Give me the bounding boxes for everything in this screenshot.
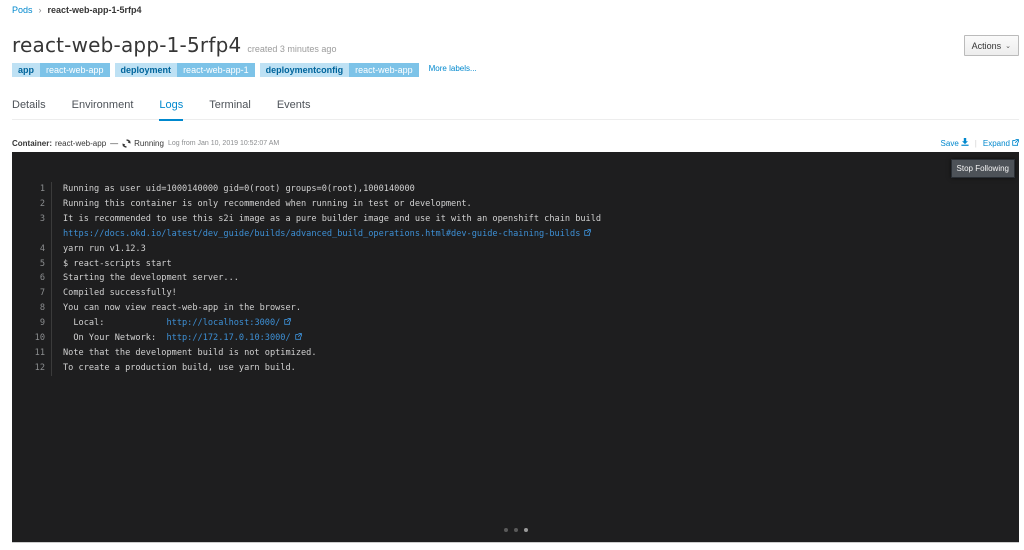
log-link[interactable]: https://docs.okd.io/latest/dev_guide/bui… bbox=[63, 229, 580, 239]
label-deploymentconfig[interactable]: deploymentconfig react-web-app bbox=[259, 63, 419, 77]
log-line-number: 11 bbox=[12, 345, 52, 361]
log-line-text: Note that the development build is not o… bbox=[63, 347, 317, 358]
divider: | bbox=[974, 138, 977, 148]
expand-log-button[interactable]: Expand bbox=[983, 139, 1019, 148]
log-line-text: Running this container is only recommend… bbox=[63, 198, 472, 209]
log-line: 2 Running this container is only recommen… bbox=[12, 196, 1019, 212]
log-line-number bbox=[12, 226, 52, 242]
breadcrumb: Pods › react-web-app-1-5rfp4 bbox=[12, 5, 142, 15]
log-line-text: Local: http://localhost:3000/ bbox=[52, 316, 292, 331]
label-app[interactable]: app react-web-app bbox=[12, 63, 110, 77]
external-link-icon bbox=[284, 316, 292, 331]
running-sync-icon bbox=[122, 138, 131, 148]
container-name: react-web-app bbox=[55, 138, 107, 148]
pod-labels: app react-web-app deployment react-web-a… bbox=[12, 63, 477, 77]
chevron-down-icon: ⌄ bbox=[1005, 42, 1011, 50]
log-link[interactable]: http://172.17.0.10:3000/ bbox=[166, 333, 290, 343]
log-line: 3 It is recommended to use this s2i image… bbox=[12, 211, 1019, 227]
breadcrumb-separator-icon: › bbox=[38, 5, 42, 15]
loading-dot bbox=[503, 528, 508, 532]
loading-dots-icon bbox=[503, 528, 528, 532]
log-line-number: 12 bbox=[12, 360, 52, 376]
tab-logs[interactable]: Logs bbox=[159, 99, 183, 121]
page-header: react-web-app-1-5rfp4 created 3 minutes … bbox=[12, 33, 336, 57]
log-line-text: You can now view react-web-app in the br… bbox=[63, 303, 301, 314]
log-line: 8 You can now view react-web-app in the b… bbox=[12, 301, 1019, 317]
label-value: react-web-app bbox=[40, 63, 110, 77]
save-label: Save bbox=[940, 138, 959, 148]
log-line-text: https://docs.okd.io/latest/dev_guide/bui… bbox=[52, 227, 592, 242]
label-key: deployment bbox=[114, 63, 178, 77]
more-labels-link[interactable]: More labels... bbox=[429, 64, 477, 73]
download-icon bbox=[961, 138, 969, 148]
log-line: https://docs.okd.io/latest/dev_guide/bui… bbox=[12, 226, 1019, 242]
log-line: 7 Compiled successfully! bbox=[12, 286, 1019, 302]
log-line-number: 4 bbox=[12, 241, 52, 257]
log-line: 10 On Your Network: http://172.17.0.10:3… bbox=[12, 331, 1019, 346]
breadcrumb-current: react-web-app-1-5rfp4 bbox=[47, 5, 142, 15]
external-link-icon bbox=[1012, 138, 1019, 148]
log-line: 11 Note that the development build is not… bbox=[12, 345, 1019, 361]
breadcrumb-pods-link[interactable]: Pods bbox=[12, 5, 33, 15]
label-value: react-web-app-1 bbox=[177, 63, 255, 77]
label-value: react-web-app bbox=[349, 63, 419, 77]
log-line: 5 $ react-scripts start bbox=[12, 256, 1019, 272]
log-header: Container: react-web-app — Running Log f… bbox=[12, 137, 1019, 149]
tab-details[interactable]: Details bbox=[12, 99, 46, 120]
stop-following-button[interactable]: Stop Following bbox=[950, 159, 1015, 178]
label-key: deploymentconfig bbox=[259, 63, 350, 77]
separator-dash: — bbox=[110, 138, 119, 148]
page-title: react-web-app-1-5rfp4 bbox=[12, 33, 242, 57]
actions-dropdown-button[interactable]: Actions ⌄ bbox=[963, 35, 1019, 56]
created-timestamp: created 3 minutes ago bbox=[247, 44, 337, 54]
log-line-number: 9 bbox=[12, 316, 52, 332]
external-link-icon bbox=[584, 227, 592, 242]
log-line: 9 Local: http://localhost:3000/ bbox=[12, 316, 1019, 332]
save-log-button[interactable]: Save bbox=[941, 138, 969, 148]
log-line-number: 7 bbox=[12, 286, 52, 302]
log-line-number: 3 bbox=[12, 211, 52, 227]
external-link-icon bbox=[294, 331, 302, 346]
tab-environment[interactable]: Environment bbox=[72, 99, 134, 120]
log-line-prefix: On Your Network: bbox=[63, 333, 167, 344]
container-label: Container: bbox=[12, 138, 52, 148]
log-line-number: 10 bbox=[12, 331, 52, 346]
expand-label: Expand bbox=[982, 138, 1010, 148]
tab-events[interactable]: Events bbox=[277, 99, 311, 120]
log-line-text: On Your Network: http://172.17.0.10:3000… bbox=[52, 331, 302, 346]
log-line-text: It is recommended to use this s2i image … bbox=[63, 213, 602, 224]
log-line-number: 8 bbox=[12, 301, 52, 317]
log-line: 6 Starting the development server... bbox=[12, 271, 1019, 287]
log-line: 4 yarn run v1.12.3 bbox=[12, 241, 1019, 257]
log-lines: 1 Running as user uid=1000140000 gid=0(ro… bbox=[12, 182, 1019, 376]
log-line-prefix: Local: bbox=[63, 318, 167, 329]
tab-terminal[interactable]: Terminal bbox=[209, 99, 251, 120]
loading-dot bbox=[513, 528, 518, 532]
log-line-number: 1 bbox=[12, 182, 52, 197]
log-line-text: Running as user uid=1000140000 gid=0(roo… bbox=[63, 184, 415, 194]
log-link[interactable]: http://localhost:3000/ bbox=[166, 318, 280, 328]
loading-dot bbox=[523, 528, 528, 532]
label-deployment[interactable]: deployment react-web-app-1 bbox=[114, 63, 255, 77]
log-line-text: $ react-scripts start bbox=[63, 258, 172, 269]
log-from-timestamp: Log from Jan 10, 2019 10:52:07 AM bbox=[167, 139, 280, 147]
log-actions: Save | Expand bbox=[941, 138, 1019, 148]
pod-tabs: Details Environment Logs Terminal Events bbox=[12, 99, 1019, 121]
log-line-text: Compiled successfully! bbox=[63, 288, 177, 299]
actions-label: Actions bbox=[971, 40, 1002, 51]
log-line-number: 2 bbox=[12, 196, 52, 212]
log-viewer: Stop Following 1 Running as user uid=1000… bbox=[12, 152, 1019, 543]
log-line-text: yarn run v1.12.3 bbox=[63, 243, 146, 254]
log-line: 1 Running as user uid=1000140000 gid=0(ro… bbox=[12, 182, 1019, 197]
label-key: app bbox=[12, 63, 41, 77]
log-line: 12 To create a production build, use yarn… bbox=[12, 360, 1019, 376]
container-status: Running bbox=[134, 138, 164, 148]
log-line-text: Starting the development server... bbox=[63, 273, 239, 284]
log-line-number: 5 bbox=[12, 256, 52, 272]
log-line-text: To create a production build, use yarn b… bbox=[63, 362, 296, 373]
log-line-number: 6 bbox=[12, 271, 52, 287]
